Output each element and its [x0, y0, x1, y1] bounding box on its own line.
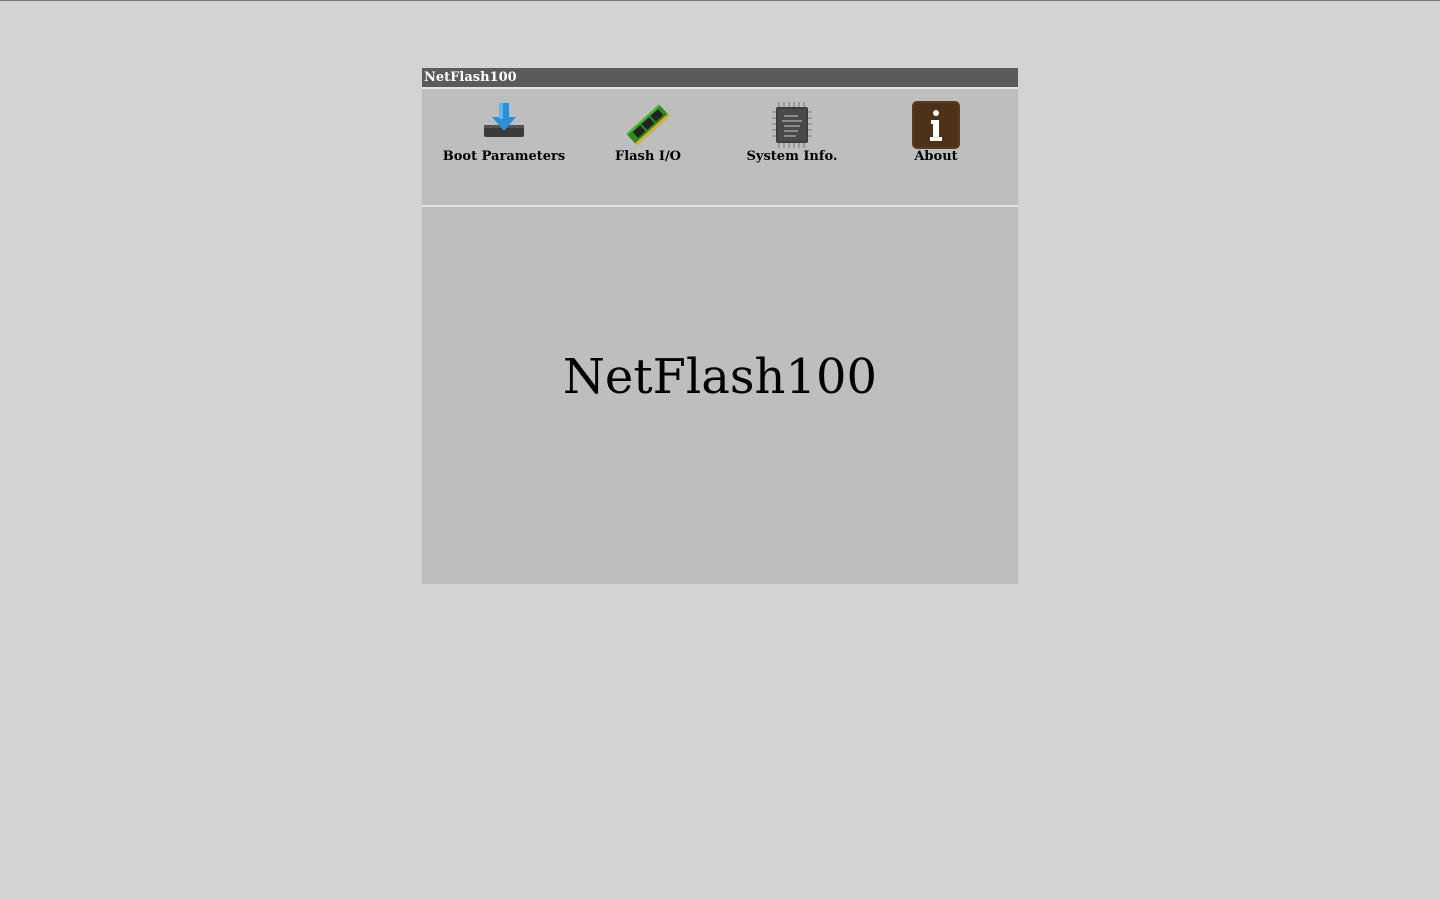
- processor-chip-icon: [772, 102, 812, 148]
- window-titlebar: NetFlash100: [422, 68, 1018, 87]
- memory-module-icon: [626, 104, 670, 146]
- boot-parameters-label: Boot Parameters: [442, 149, 566, 164]
- main-content: NetFlash100: [422, 207, 1018, 584]
- info-icon: [912, 101, 960, 149]
- flash-io-button[interactable]: Flash I/O: [576, 101, 720, 165]
- system-info-button[interactable]: System Info.: [720, 101, 864, 165]
- top-border: [0, 0, 1440, 1]
- toolbar: Boot Parameters Flash I/O System Info. A…: [422, 87, 1018, 207]
- boot-parameters-button[interactable]: Boot Parameters: [432, 101, 576, 165]
- system-info-label: System Info.: [746, 149, 838, 164]
- flash-io-label: Flash I/O: [614, 149, 682, 164]
- download-chip-icon: [484, 103, 524, 142]
- app-window: NetFlash100 Boot Parameters Flash I/O Sy…: [422, 68, 1018, 584]
- page-heading: NetFlash100: [562, 349, 878, 405]
- about-button[interactable]: About: [864, 101, 1008, 165]
- window-title: NetFlash100: [424, 70, 517, 85]
- about-label: About: [914, 149, 958, 164]
